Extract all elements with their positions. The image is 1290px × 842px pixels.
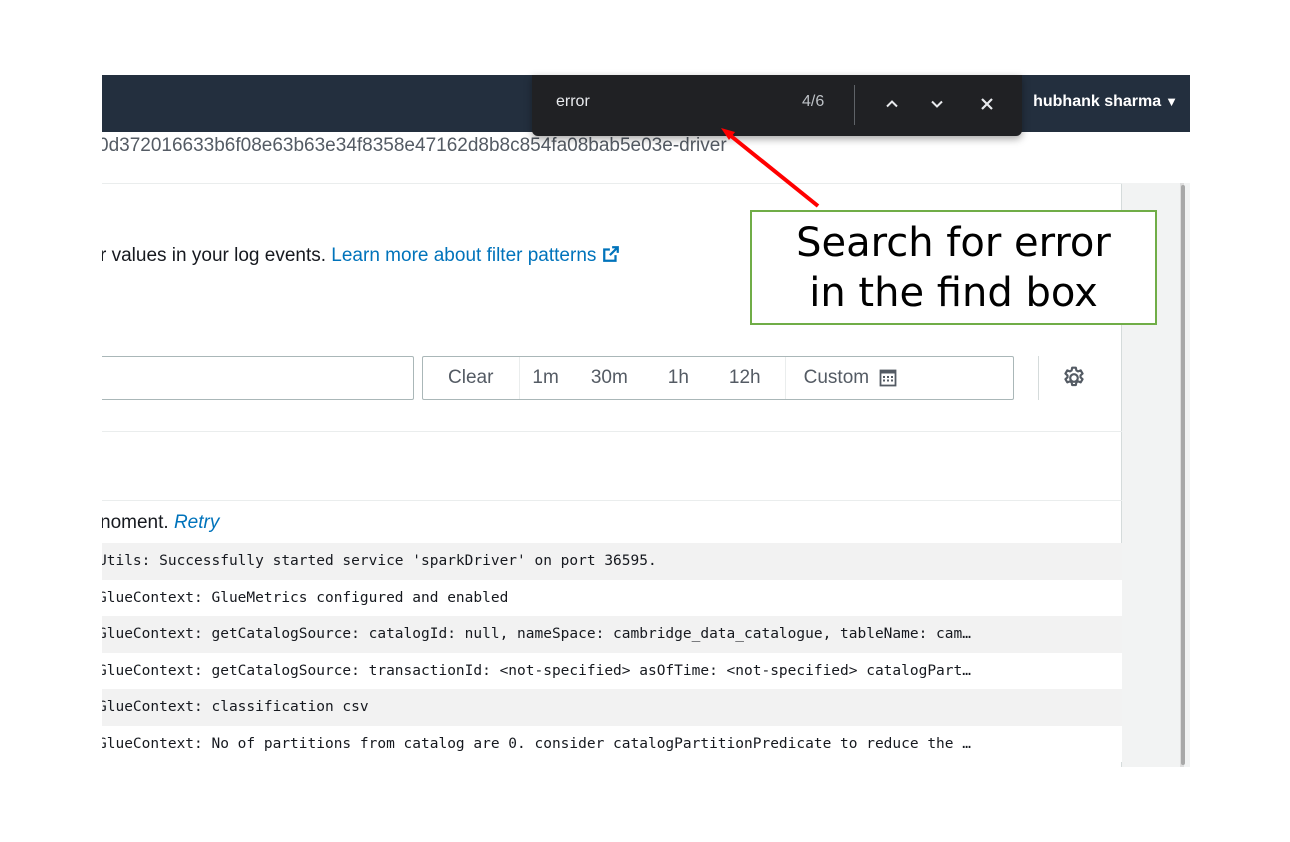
log-event-row[interactable]: GlueContext: classification csv bbox=[102, 689, 1122, 726]
callout-text: Search for error in the find box bbox=[752, 218, 1155, 318]
log-event-message: GlueContext: No of partitions from catal… bbox=[102, 735, 971, 752]
learn-more-filter-patterns-link[interactable]: Learn more about filter patterns bbox=[331, 245, 620, 266]
close-icon bbox=[981, 98, 993, 110]
time-range-1m[interactable]: 1m bbox=[520, 357, 570, 399]
chevron-down-icon bbox=[931, 100, 943, 108]
annotation-callout: Search for error in the find box bbox=[750, 210, 1157, 325]
filter-description-text: r values in your log events. bbox=[102, 245, 332, 266]
log-event-message: GlueContext: getCatalogSource: catalogId… bbox=[102, 626, 971, 643]
section-divider bbox=[102, 431, 1122, 432]
custom-time-button[interactable]: Custom bbox=[784, 357, 909, 399]
gear-icon[interactable] bbox=[1061, 365, 1087, 391]
account-name: hubhank sharma bbox=[1033, 93, 1162, 110]
log-event-row[interactable]: GlueContext: No of partitions from catal… bbox=[102, 725, 1122, 762]
find-close-button[interactable] bbox=[972, 89, 1002, 119]
find-previous-button[interactable] bbox=[877, 89, 907, 119]
scrollbar-thumb[interactable] bbox=[1181, 185, 1185, 765]
toolbar-separator bbox=[1038, 356, 1039, 400]
log-stream-name: 0d372016633b6f08e63b63e34f8358e47162d8b8… bbox=[102, 135, 727, 156]
log-event-row[interactable]: Utils: Successfully started service 'spa… bbox=[102, 543, 1122, 580]
log-event-message: GlueContext: classification csv bbox=[102, 699, 369, 716]
custom-time-label: Custom bbox=[803, 367, 870, 388]
filter-description: r values in your log events. Learn more … bbox=[102, 245, 620, 267]
log-event-row[interactable]: GlueContext: getCatalogSource: transacti… bbox=[102, 652, 1122, 689]
time-range-selector: Clear 1m 30m 1h 12h Custom bbox=[422, 356, 1014, 400]
learn-more-link-label: Learn more about filter patterns bbox=[331, 245, 597, 266]
account-menu[interactable]: hubhank sharma ▼ bbox=[1033, 93, 1178, 111]
clear-time-button[interactable]: Clear bbox=[423, 357, 521, 399]
retry-link[interactable]: Retry bbox=[174, 512, 219, 533]
time-range-12h[interactable]: 12h bbox=[709, 357, 785, 399]
find-bar-separator bbox=[854, 85, 855, 125]
chevron-up-icon bbox=[886, 100, 898, 108]
notice-text: noment. bbox=[102, 512, 174, 533]
caret-down-icon: ▼ bbox=[1165, 94, 1178, 109]
calendar-icon bbox=[879, 369, 897, 387]
section-divider bbox=[102, 500, 1122, 501]
log-event-row[interactable]: GlueContext: GlueMetrics configured and … bbox=[102, 579, 1122, 616]
log-event-message: Utils: Successfully started service 'spa… bbox=[102, 553, 657, 570]
time-range-1h[interactable]: 1h bbox=[648, 357, 709, 399]
panel-top-border bbox=[102, 183, 1122, 184]
log-events-list: Utils: Successfully started service 'spa… bbox=[102, 543, 1122, 762]
log-event-message: GlueContext: getCatalogSource: transacti… bbox=[102, 662, 971, 679]
find-input[interactable]: error bbox=[556, 93, 590, 111]
log-event-message: GlueContext: GlueMetrics configured and … bbox=[102, 589, 509, 606]
time-range-30m[interactable]: 30m bbox=[571, 357, 648, 399]
external-link-icon bbox=[603, 246, 620, 262]
log-event-row[interactable]: GlueContext: getCatalogSource: catalogId… bbox=[102, 616, 1122, 653]
callout-line-2: in the find box bbox=[809, 270, 1098, 316]
cloudwatch-screenshot: hubhank sharma ▼ 0d372016633b6f08e63b63e3… bbox=[102, 75, 1190, 767]
find-next-button[interactable] bbox=[922, 89, 952, 119]
filter-events-input[interactable] bbox=[102, 356, 414, 400]
browser-find-bar: error 4/6 bbox=[532, 75, 1022, 136]
find-match-count: 4/6 bbox=[802, 93, 825, 110]
callout-line-1: Search for error bbox=[796, 220, 1111, 266]
loading-notice: noment. Retry bbox=[102, 512, 219, 534]
